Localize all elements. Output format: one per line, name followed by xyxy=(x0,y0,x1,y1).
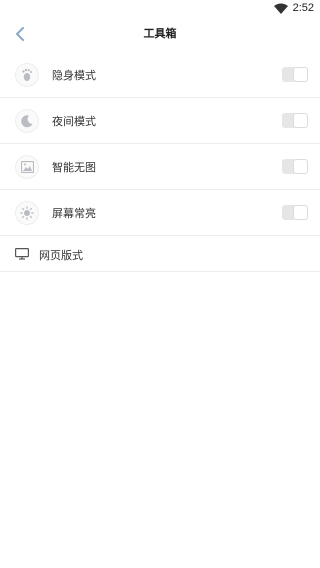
status-bar: 2:52 xyxy=(0,0,320,18)
setting-row-night-mode: 夜间模式 xyxy=(0,98,320,144)
setting-label: 智能无图 xyxy=(52,161,96,174)
no-image-toggle[interactable] xyxy=(282,159,308,174)
brightness-icon xyxy=(15,201,39,225)
web-layout-label: 网页版式 xyxy=(39,249,83,262)
settings-list: 隐身模式 夜间模式 智能无图 屏幕常亮 网页版式 xyxy=(0,52,320,272)
setting-row-incognito: 隐身模式 xyxy=(0,52,320,98)
header: 工具箱 xyxy=(0,18,320,50)
page-title: 工具箱 xyxy=(143,27,177,40)
setting-label: 夜间模式 xyxy=(52,115,96,128)
image-icon xyxy=(15,155,39,179)
setting-label: 隐身模式 xyxy=(52,69,96,82)
toggle-knob xyxy=(294,114,307,127)
setting-label: 屏幕常亮 xyxy=(52,207,96,220)
setting-row-screen-on: 屏幕常亮 xyxy=(0,190,320,236)
moon-icon xyxy=(15,109,39,133)
footprint-icon xyxy=(15,63,39,87)
setting-row-no-image: 智能无图 xyxy=(0,144,320,190)
web-layout-row[interactable]: 网页版式 xyxy=(0,236,320,272)
incognito-toggle[interactable] xyxy=(282,67,308,82)
night-mode-toggle[interactable] xyxy=(282,113,308,128)
monitor-icon xyxy=(15,248,29,260)
toggle-knob xyxy=(294,160,307,173)
screen-on-toggle[interactable] xyxy=(282,205,308,220)
status-time: 2:52 xyxy=(292,2,314,14)
wifi-icon xyxy=(274,3,288,14)
toggle-knob xyxy=(294,68,307,81)
toggle-knob xyxy=(294,206,307,219)
